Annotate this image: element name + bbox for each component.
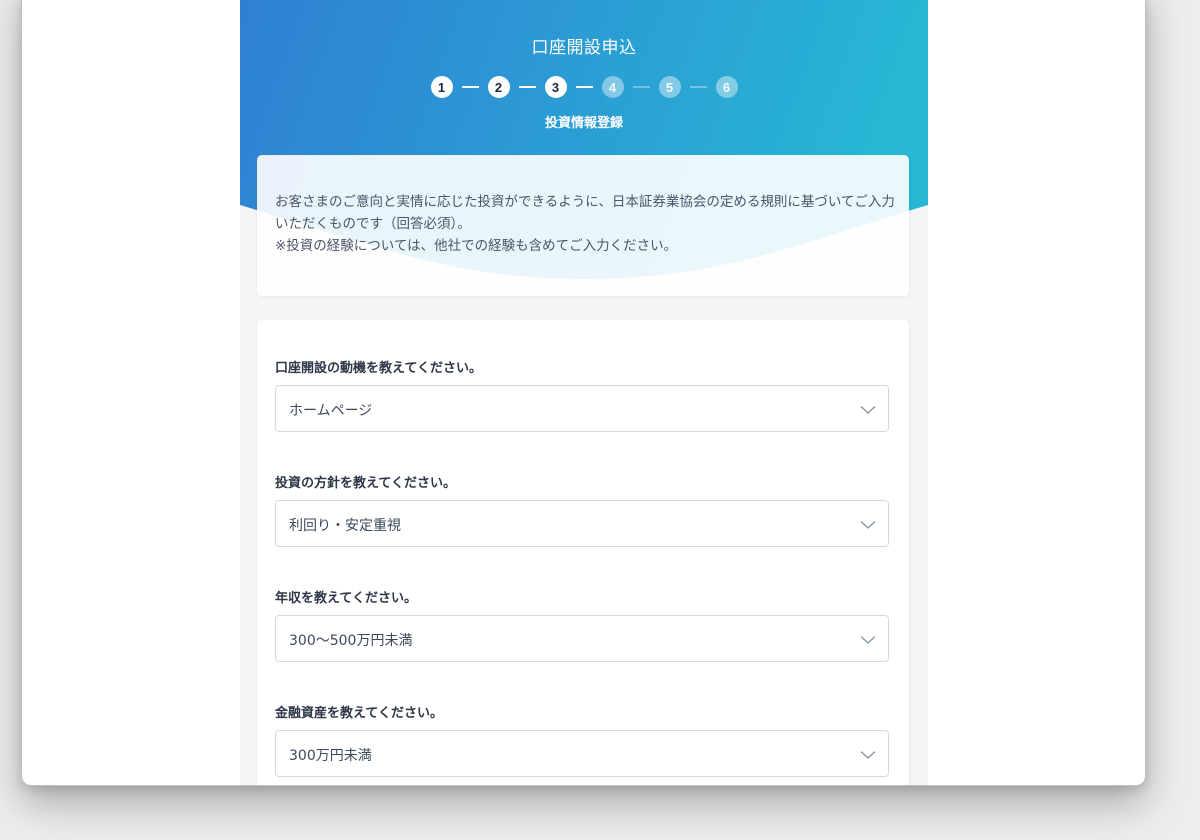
chevron-down-icon bbox=[860, 406, 876, 414]
step-2-indicator: 2 bbox=[487, 76, 510, 98]
step-connector bbox=[518, 86, 536, 88]
notice-text: お客さまのご意向と実情に応じた投資ができるように、日本証券業協会の定める規則に基… bbox=[275, 194, 895, 254]
motive-label: 口座開設の動機を教えてください。 bbox=[275, 361, 482, 376]
signup-form-column: 口座開設申込 1 2 3 4 5 6 投資情報登録 お客さまのご意向と実情に応じ… bbox=[240, 0, 928, 785]
income-select-value: 300〜500万円未満 bbox=[289, 633, 413, 649]
assets-select-value: 300万円未満 bbox=[289, 748, 372, 764]
chevron-down-icon bbox=[860, 636, 876, 644]
step-3-indicator: 3 bbox=[544, 76, 567, 98]
step-connector bbox=[689, 86, 707, 88]
page-title: 口座開設申込 bbox=[531, 38, 637, 58]
assets-label: 金融資産を教えてください。 bbox=[275, 706, 443, 721]
step-connector bbox=[632, 86, 650, 88]
step-connector bbox=[461, 86, 479, 88]
step-4-indicator: 4 bbox=[601, 76, 624, 98]
income-select[interactable]: 300〜500万円未満 bbox=[275, 615, 889, 662]
step-connector bbox=[575, 86, 593, 88]
motive-select-value: ホームページ bbox=[289, 403, 373, 419]
policy-select[interactable]: 利回り・安定重視 bbox=[275, 500, 889, 547]
policy-label: 投資の方針を教えてください。 bbox=[275, 476, 456, 491]
chevron-down-icon bbox=[860, 751, 876, 759]
chevron-down-icon bbox=[860, 521, 876, 529]
progress-stepper: 1 2 3 4 5 6 bbox=[240, 75, 928, 99]
browser-window: 口座開設申込 1 2 3 4 5 6 投資情報登録 お客さまのご意向と実情に応じ… bbox=[21, 0, 1146, 786]
step-5-indicator: 5 bbox=[658, 76, 681, 98]
policy-select-value: 利回り・安定重視 bbox=[289, 518, 401, 534]
motive-select[interactable]: ホームページ bbox=[275, 385, 889, 432]
investment-form-card: 口座開設の動機を教えてください。 ホームページ 投資の方針を教えてください。 利… bbox=[257, 320, 909, 785]
current-step-caption: 投資情報登録 bbox=[544, 116, 623, 131]
notice-card: お客さまのご意向と実情に応じた投資ができるように、日本証券業協会の定める規則に基… bbox=[257, 155, 909, 296]
step-1-indicator: 1 bbox=[430, 76, 453, 98]
income-label: 年収を教えてください。 bbox=[275, 591, 417, 606]
assets-select[interactable]: 300万円未満 bbox=[275, 730, 889, 777]
step-6-indicator: 6 bbox=[715, 76, 738, 98]
